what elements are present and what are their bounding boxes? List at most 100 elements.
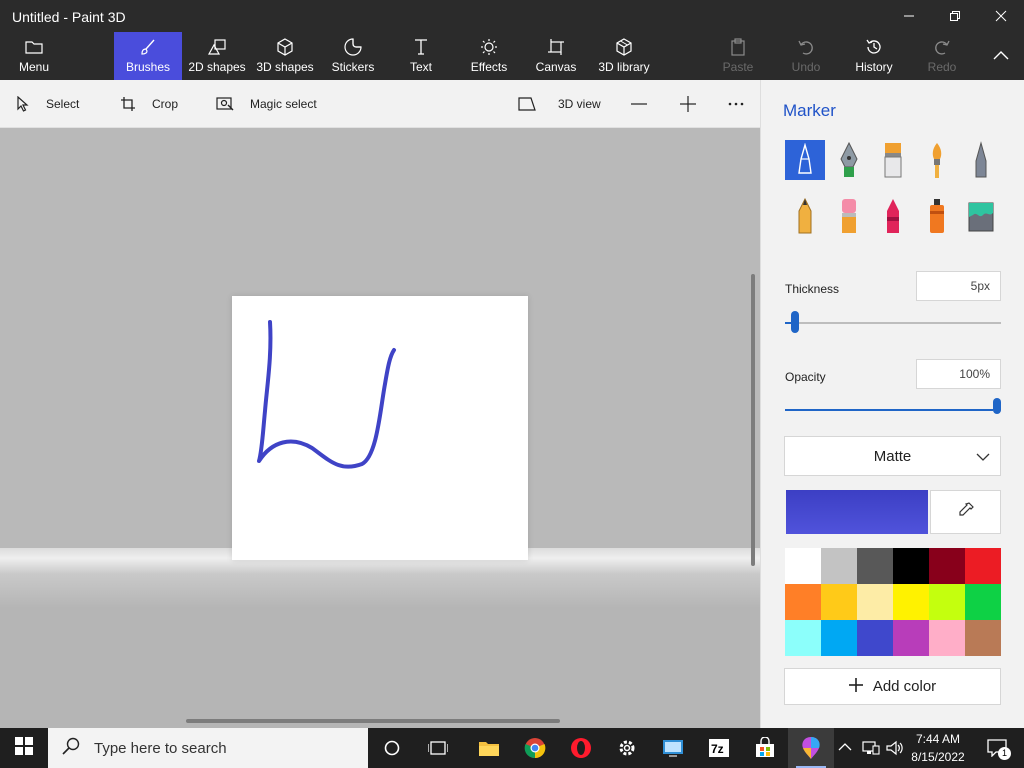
tab-3d-library[interactable]: 3D library [590, 32, 658, 80]
crayon-brush[interactable] [873, 196, 913, 236]
undo-button[interactable]: Undo [772, 32, 840, 80]
color-swatch[interactable] [785, 548, 821, 584]
workspace[interactable] [0, 128, 760, 728]
paste-icon [726, 36, 750, 58]
zoom-in-button[interactable] [679, 80, 697, 128]
7zip-icon[interactable]: 7z [696, 728, 742, 768]
text-icon [409, 36, 433, 58]
add-color-button[interactable]: Add color [784, 668, 1001, 705]
color-swatch[interactable] [857, 548, 893, 584]
show-hidden-icons-button[interactable] [838, 728, 852, 768]
thickness-slider-track[interactable] [785, 322, 1001, 324]
color-swatch[interactable] [965, 620, 1001, 656]
horizontal-scrollbar[interactable] [186, 719, 560, 723]
tab-effects[interactable]: Effects [455, 32, 523, 80]
select-tool[interactable]: Select [16, 80, 79, 128]
color-swatch[interactable] [821, 620, 857, 656]
color-palette [785, 548, 1001, 656]
vertical-scrollbar[interactable] [751, 274, 755, 566]
calligraphy-pen-brush[interactable] [829, 140, 869, 180]
undo-icon [794, 36, 818, 58]
network-icon[interactable] [862, 728, 880, 768]
crop-tool[interactable]: Crop [120, 80, 178, 128]
opacity-input[interactable]: 100% [916, 359, 1001, 389]
color-swatch[interactable] [965, 584, 1001, 620]
settings-icon[interactable] [604, 728, 650, 768]
3d-view-label: 3D view [558, 97, 601, 111]
zoom-out-button[interactable] [630, 80, 648, 128]
color-swatch[interactable] [893, 620, 929, 656]
paste-button[interactable]: Paste [704, 32, 772, 80]
color-swatch[interactable] [857, 620, 893, 656]
redo-button[interactable]: Redo [908, 32, 976, 80]
control-panel-icon[interactable] [650, 728, 696, 768]
drawing-canvas[interactable] [232, 296, 528, 560]
collapse-ribbon-button[interactable] [978, 32, 1024, 80]
thickness-input[interactable]: 5px [916, 271, 1001, 301]
paint3d-icon[interactable] [788, 728, 834, 768]
eyedropper-button[interactable] [930, 490, 1001, 534]
opera-icon[interactable] [558, 728, 604, 768]
cortana-icon[interactable] [369, 728, 415, 768]
color-swatch[interactable] [929, 584, 965, 620]
magic-select-tool[interactable]: Magic select [216, 80, 317, 128]
spray-can-brush[interactable] [917, 196, 957, 236]
2d-shapes-icon [205, 36, 229, 58]
color-swatch[interactable] [965, 548, 1001, 584]
pixel-pen-brush[interactable] [961, 140, 1001, 180]
thickness-slider-thumb[interactable] [791, 311, 800, 333]
current-color-swatch[interactable] [786, 490, 928, 534]
panel-title: Marker [783, 101, 836, 120]
file-explorer-icon[interactable] [466, 728, 512, 768]
tab-canvas[interactable]: Canvas [522, 32, 590, 80]
history-button[interactable]: History [840, 32, 908, 80]
taskbar-search[interactable]: Type here to search [48, 728, 368, 768]
fill-brush[interactable] [961, 196, 1001, 236]
color-swatch[interactable] [857, 584, 893, 620]
tab-3d-shapes[interactable]: 3D shapes [251, 32, 319, 80]
color-swatch[interactable] [893, 548, 929, 584]
eraser-brush[interactable] [829, 196, 869, 236]
start-button[interactable] [0, 728, 48, 768]
color-swatch[interactable] [821, 584, 857, 620]
task-view-icon[interactable] [415, 728, 461, 768]
3d-view-toggle[interactable]: 3D view [518, 80, 601, 128]
tab-label: Redo [927, 60, 957, 74]
chevron-down-icon [976, 449, 990, 466]
tab-brushes[interactable]: Brushes [114, 32, 182, 80]
clock[interactable]: 7:44 AM 8/15/2022 [906, 730, 970, 766]
notification-center-button[interactable]: 1 [982, 728, 1012, 768]
3d-view-icon [518, 96, 536, 112]
magic-select-icon [216, 96, 234, 112]
color-swatch[interactable] [785, 584, 821, 620]
store-icon[interactable] [742, 728, 788, 768]
minimize-button[interactable] [886, 0, 932, 32]
finish-dropdown[interactable]: Matte [784, 436, 1001, 476]
color-swatch[interactable] [929, 620, 965, 656]
restore-button[interactable] [932, 0, 978, 32]
tab-menu[interactable]: Menu [0, 32, 68, 80]
oil-brush[interactable] [873, 140, 913, 180]
svg-text:7z: 7z [711, 742, 724, 756]
color-swatch[interactable] [785, 620, 821, 656]
marker-brush[interactable] [785, 140, 825, 180]
color-swatch[interactable] [893, 584, 929, 620]
tab-2d-shapes[interactable]: 2D shapes [183, 32, 251, 80]
opacity-slider-thumb[interactable] [993, 398, 1001, 414]
more-options-button[interactable] [727, 80, 745, 128]
chrome-icon[interactable] [512, 728, 558, 768]
close-button[interactable] [978, 0, 1024, 32]
tab-stickers[interactable]: Stickers [319, 32, 387, 80]
add-color-label: Add color [872, 678, 937, 695]
ribbon-tabs: Menu Brushes 2D shapes 3D shapes Sticker… [0, 32, 1024, 80]
volume-icon[interactable] [886, 728, 904, 768]
folder-icon [22, 36, 46, 58]
pencil-brush[interactable] [785, 196, 825, 236]
window-title: Untitled - Paint 3D [12, 9, 126, 25]
selection-toolbar: Select Crop Magic select 3D view [0, 80, 760, 128]
watercolor-brush[interactable] [917, 140, 957, 180]
color-swatch[interactable] [929, 548, 965, 584]
color-swatch[interactable] [821, 548, 857, 584]
history-icon [862, 36, 886, 58]
tab-text[interactable]: Text [387, 32, 455, 80]
